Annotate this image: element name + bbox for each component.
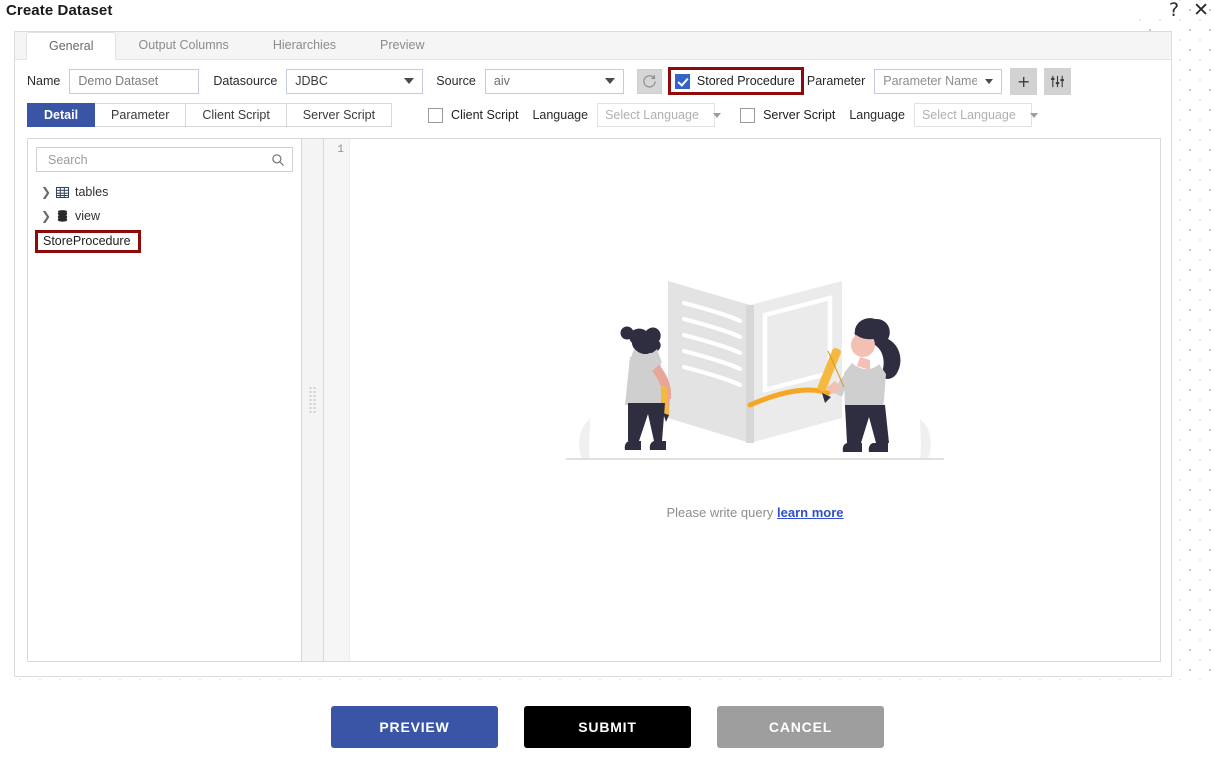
empty-state-caption: Please write query learn more xyxy=(666,505,843,520)
server-language-label: Language xyxy=(849,108,905,122)
database-icon xyxy=(56,210,69,222)
server-script-checkbox[interactable] xyxy=(740,107,756,123)
tree-item-view[interactable]: ❯ view xyxy=(28,204,301,228)
subtab-client-script[interactable]: Client Script xyxy=(186,103,287,127)
schema-tree-panel: ❯ tables ❯ xyxy=(27,138,302,662)
drag-handle-icon[interactable] xyxy=(308,386,317,414)
dialog-footer: PREVIEW SUBMIT CANCEL xyxy=(0,706,1215,748)
search-input[interactable] xyxy=(46,151,271,168)
page-title: Create Dataset xyxy=(6,2,113,19)
main-tabs: General Output Columns Hierarchies Previ… xyxy=(15,32,1171,60)
empty-state-text: Please write query xyxy=(666,504,774,520)
chevron-down-icon xyxy=(985,78,994,84)
tab-preview[interactable]: Preview xyxy=(358,32,446,59)
window-controls: ? ✕ xyxy=(1169,0,1209,20)
chevron-down-icon xyxy=(404,78,415,84)
editor-line-numbers: 1 xyxy=(324,139,350,661)
add-parameter-button[interactable]: + xyxy=(1010,67,1038,95)
parameter-label: Parameter xyxy=(806,74,866,88)
tab-general[interactable]: General xyxy=(26,32,117,60)
client-script-label: Client Script xyxy=(451,108,519,122)
close-icon[interactable]: ✕ xyxy=(1193,0,1209,20)
server-script-label: Server Script xyxy=(763,108,836,122)
stored-procedure-checkbox[interactable] xyxy=(674,73,690,89)
help-icon[interactable]: ? xyxy=(1169,0,1179,20)
cancel-button[interactable]: CANCEL xyxy=(717,706,884,748)
name-label: Name xyxy=(27,74,61,88)
client-language-label: Language xyxy=(532,108,589,122)
parameter-name-select[interactable]: Parameter Name xyxy=(874,68,1003,94)
table-grid-icon xyxy=(56,186,69,198)
search-box[interactable] xyxy=(36,147,293,172)
two-people-writing-in-book-illustration xyxy=(566,280,944,460)
preview-button[interactable]: PREVIEW xyxy=(331,706,498,748)
chevron-down-icon xyxy=(1029,112,1038,118)
server-language-value: Select Language xyxy=(921,108,1016,122)
datasource-select[interactable]: JDBC xyxy=(286,68,424,94)
server-language-select[interactable]: Select Language xyxy=(913,103,1038,127)
refresh-icon[interactable] xyxy=(636,68,662,94)
general-form-row: Name Demo Dataset Datasource JDBC Source… xyxy=(15,60,1171,102)
search-icon xyxy=(272,153,284,166)
sliders-icon[interactable] xyxy=(1044,67,1072,95)
client-language-value: Select Language xyxy=(605,108,699,122)
source-select[interactable]: aiv xyxy=(484,68,624,94)
stored-procedure-label: Stored Procedure xyxy=(696,74,795,88)
background-mask-title xyxy=(14,0,1134,32)
background-mask-left xyxy=(0,0,14,690)
create-dataset-dialog: General Output Columns Hierarchies Previ… xyxy=(14,31,1172,677)
subtab-server-script[interactable]: Server Script xyxy=(286,103,393,127)
learn-more-link[interactable]: learn more xyxy=(777,505,843,520)
name-input[interactable]: Demo Dataset xyxy=(69,68,200,94)
chevron-down-icon xyxy=(604,78,615,84)
tab-hierarchies[interactable]: Hierarchies xyxy=(251,32,358,59)
tree-item-storeprocedure[interactable]: StoreProcedure xyxy=(35,230,141,253)
source-value: aiv xyxy=(493,73,510,88)
detail-tabs-row: Detail Parameter Client Script Server Sc… xyxy=(15,100,1171,130)
editor-empty-state[interactable]: Please write query learn more xyxy=(350,139,1160,661)
datasource-value: JDBC xyxy=(295,73,328,88)
datasource-label: Datasource xyxy=(213,74,278,88)
tree-item-tables[interactable]: ❯ tables xyxy=(28,180,301,204)
tab-output-columns[interactable]: Output Columns xyxy=(116,32,250,59)
source-label: Source xyxy=(436,74,476,88)
tree-item-label: view xyxy=(75,209,101,223)
query-editor-panel: 1 Please write query learn more xyxy=(323,138,1161,662)
parameter-name-value: Parameter Name xyxy=(883,73,978,88)
client-script-checkbox[interactable] xyxy=(428,107,444,123)
dataset-body: ❯ tables ❯ xyxy=(27,138,1161,662)
panel-splitter[interactable] xyxy=(302,138,323,662)
submit-button[interactable]: SUBMIT xyxy=(524,706,691,748)
chevron-right-icon[interactable]: ❯ xyxy=(41,210,51,222)
chevron-down-icon xyxy=(712,112,721,118)
subtab-detail[interactable]: Detail xyxy=(27,103,96,127)
client-language-select[interactable]: Select Language xyxy=(597,103,721,127)
chevron-right-icon[interactable]: ❯ xyxy=(41,186,51,198)
tree-item-label: tables xyxy=(75,185,109,199)
stored-procedure-highlight: Stored Procedure xyxy=(667,67,804,95)
subtab-parameter[interactable]: Parameter xyxy=(95,103,187,127)
